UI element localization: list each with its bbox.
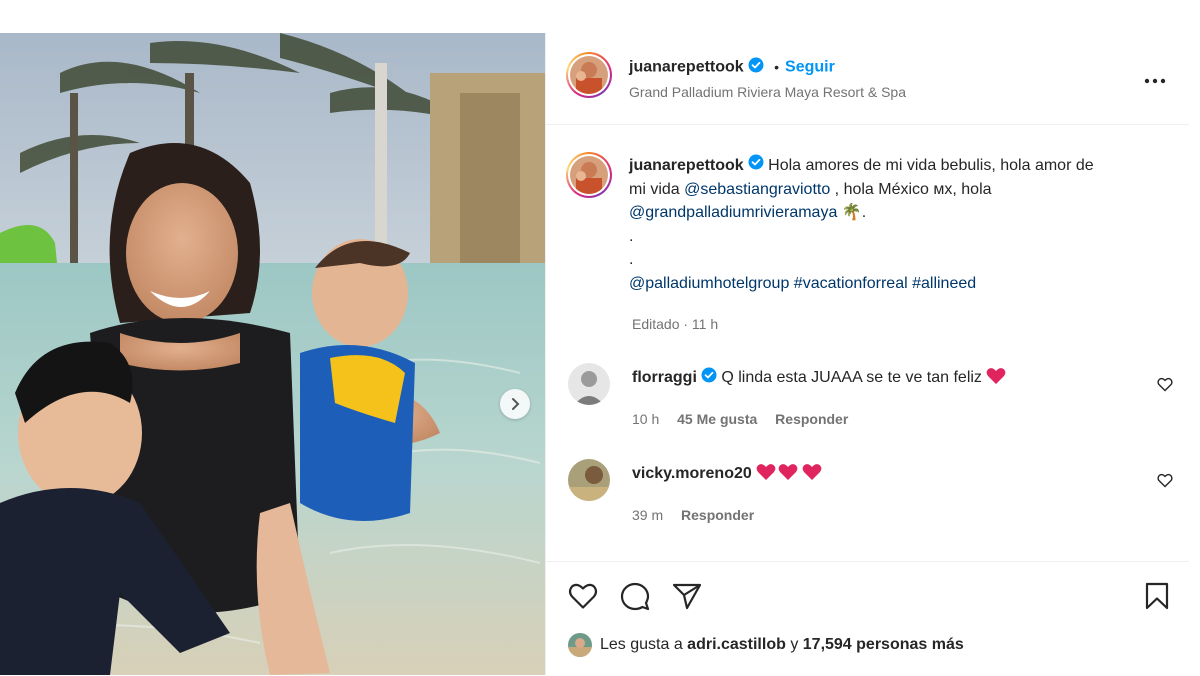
caption-line-1: Hola amores de mi vida bebulis, hola amo… xyxy=(768,157,1094,174)
like-button[interactable] xyxy=(568,582,598,615)
likes-count[interactable]: 17,594 personas más xyxy=(803,636,964,653)
follow-button[interactable]: Seguir xyxy=(785,59,835,76)
likes-prefix: Les gusta a xyxy=(600,636,688,654)
author-avatar[interactable] xyxy=(566,52,612,98)
commenter-username[interactable]: florraggi xyxy=(632,369,697,386)
caption-line-3-suffix: 🌴. xyxy=(837,204,867,222)
heart-icon xyxy=(568,583,598,609)
bookmark-icon xyxy=(1145,582,1169,610)
mention-sebastiangraviotto[interactable]: @sebastiangraviotto xyxy=(684,181,830,198)
more-options-button[interactable] xyxy=(1144,71,1166,89)
reply-button[interactable]: Responder xyxy=(681,507,754,523)
commenter-avatar-image xyxy=(568,459,610,501)
heart-icon xyxy=(1157,473,1173,488)
comment-bubble-icon xyxy=(620,582,650,611)
red-heart-emoji-icon xyxy=(800,464,824,482)
verified-badge-icon xyxy=(748,154,764,178)
verified-badge-icon xyxy=(701,367,717,388)
red-heart-emoji-icon xyxy=(986,368,1006,386)
chevron-right-icon xyxy=(512,398,520,410)
comment-like-button[interactable] xyxy=(1157,473,1173,493)
author-avatar-image xyxy=(570,56,608,94)
post-actions-bar: Les gusta a adri.castillob y 17,594 pers… xyxy=(546,561,1189,676)
caption-dot-2: . xyxy=(629,251,634,269)
likes-summary: Les gusta a adri.castillob y 17,594 pers… xyxy=(568,633,964,657)
liker-username[interactable]: adri.castillob xyxy=(687,636,786,653)
header-user-row: juanarepettook • Seguir xyxy=(629,57,835,78)
comment-meta: 39 m Responder xyxy=(632,507,768,523)
mention-palladiumhotelgroup[interactable]: @palladiumhotelgroup xyxy=(629,275,789,292)
red-heart-emoji-icon xyxy=(776,464,800,482)
post-side-panel: juanarepettook • Seguir Grand Palladium R… xyxy=(545,33,1189,676)
comment-like-button[interactable] xyxy=(1157,377,1173,397)
post-photo[interactable] xyxy=(0,33,545,675)
mention-grandpalladium[interactable]: @grandpalladiumrivieramaya xyxy=(629,204,837,221)
comment-meta: 10 h 45 Me gusta Responder xyxy=(632,411,862,427)
instagram-post: juanarepettook • Seguir Grand Palladium R… xyxy=(0,33,1189,676)
hashtag-allineed[interactable]: #allineed xyxy=(912,275,976,292)
comment-button[interactable] xyxy=(620,582,650,617)
heart-icon xyxy=(1157,377,1173,392)
caption-dot-1: . xyxy=(629,227,634,245)
likes-middle: y xyxy=(785,636,803,654)
post-header: juanarepettook • Seguir Grand Palladium R… xyxy=(546,33,1189,125)
header-separator: • xyxy=(774,58,780,75)
save-button[interactable] xyxy=(1144,582,1170,615)
red-heart-emoji-icon xyxy=(756,464,776,482)
caption-line-2-suffix: , hola México ᴍx, hola xyxy=(830,180,992,198)
paper-plane-icon xyxy=(672,583,702,610)
comment-text: Q linda esta JUAAA se te ve tan feliz xyxy=(721,369,982,386)
next-photo-button[interactable] xyxy=(500,389,530,419)
hashtag-vacationforreal[interactable]: #vacationforreal xyxy=(794,275,908,292)
share-button[interactable] xyxy=(672,582,702,615)
verified-badge-icon xyxy=(748,57,764,78)
caption-avatar-image xyxy=(570,156,608,194)
post-location[interactable]: Grand Palladium Riviera Maya Resort & Sp… xyxy=(629,84,906,100)
beach-family-photo xyxy=(0,33,545,675)
caption-author-avatar[interactable] xyxy=(566,152,612,198)
caption-edited-time: Editado · 11 h xyxy=(632,316,719,332)
liker-avatar[interactable] xyxy=(568,633,592,657)
caption-username[interactable]: juanarepettook xyxy=(629,157,744,174)
comment-likes[interactable]: 45 Me gusta xyxy=(677,411,757,427)
commenter-avatar[interactable] xyxy=(568,459,610,501)
commenter-username[interactable]: vicky.moreno20 xyxy=(632,465,752,482)
more-options-icon xyxy=(1144,78,1166,84)
reply-button[interactable]: Responder xyxy=(775,411,848,427)
comment-time: 10 h xyxy=(632,411,660,427)
comment-time: 39 m xyxy=(632,507,664,523)
caption-line-2-prefix: mi vida xyxy=(629,180,685,198)
commenter-avatar-image xyxy=(568,363,610,405)
commenter-avatar[interactable] xyxy=(568,363,610,405)
author-username[interactable]: juanarepettook xyxy=(629,59,744,76)
post-caption: juanarepettook Hola amores de mi vida be… xyxy=(629,154,1169,295)
